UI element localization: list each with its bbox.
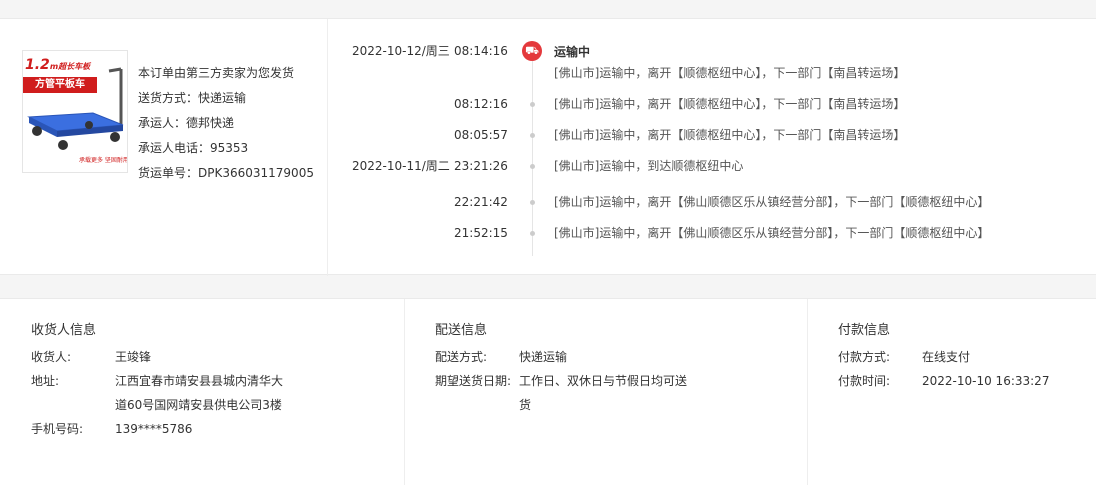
receiver-phone-row: 手机号码: 139****5786: [31, 422, 193, 436]
timeline-dot: [530, 200, 535, 205]
order-info-panel: 收货人信息 收货人: 王竣锋 地址: 江西宜春市靖安县县城内清华大 道60号国网靖…: [0, 298, 1096, 485]
timeline-event: 2022-10-12/周三 08:14:16: [352, 44, 508, 58]
carrier-phone: 承运人电话：95353: [138, 141, 249, 155]
payment-method-row: 付款方式: 在线支付: [838, 350, 971, 364]
receiver-address-row: 地址:: [31, 374, 60, 388]
payment-info: 付款信息 付款方式: 在线支付 付款时间: 2022-10-10 16:33:27: [808, 299, 1096, 485]
order-summary: 1.2m超长车板 方管平板车 承载更多 坚固耐用 本订单由第三方卖家为您发货 送…: [0, 19, 328, 276]
shipping-info: 本订单由第三方卖家为您发货 送货方式：快递运输 承运人：德邦快递 承运人电话：9…: [138, 65, 323, 190]
timeline-event-msg: [佛山市]运输中，离开【顺德枢纽中心】，下一部门【南昌转运场】: [554, 66, 906, 80]
delivery-method-row: 配送方式: 快递运输: [435, 350, 568, 364]
ship-method: 送货方式：快递运输: [138, 91, 247, 105]
product-thumbnail[interactable]: 1.2m超长车板 方管平板车 承载更多 坚固耐用: [22, 50, 128, 173]
carrier: 承运人：德邦快递: [138, 116, 235, 130]
tracking-number: 货运单号：DPK366031179005: [138, 166, 314, 180]
timeline-dot: [530, 102, 535, 107]
logistics-panel: 1.2m超长车板 方管平板车 承载更多 坚固耐用 本订单由第三方卖家为您发货 送…: [0, 18, 1096, 276]
timeline-event: 21:52:15 [佛山市]运输中，离开【佛山顺德区乐从镇经营分部】，下一部门【…: [454, 226, 990, 240]
timeline-event: 08:12:16 [佛山市]运输中，离开【顺德枢纽中心】，下一部门【南昌转运场】: [454, 97, 906, 111]
timeline-dot: [530, 133, 535, 138]
receiver-address: 江西宜春市靖安县县城内清华大 道60号国网靖安县供电公司3楼: [115, 374, 284, 412]
payment-title: 付款信息: [838, 323, 891, 338]
payment-time-row: 付款时间: 2022-10-10 16:33:27: [838, 374, 1050, 388]
tracking-timeline: ⛟ 运输中 2022-10-12/周三 08:14:16 [佛山市]运输中，离开…: [328, 19, 1096, 276]
receiver-title: 收货人信息: [31, 323, 97, 338]
receiver-name-row: 收货人: 王竣锋: [31, 350, 152, 364]
delivery-title: 配送信息: [435, 323, 488, 338]
delivery-date-row: 期望送货日期:: [435, 374, 512, 388]
thumb-caption: 承载更多 坚固耐用: [79, 157, 128, 164]
receiver-info: 收货人信息 收货人: 王竣锋 地址: 江西宜春市靖安县县城内清华大 道60号国网靖…: [0, 299, 405, 485]
flatbed-cart-icon: [27, 67, 124, 150]
seller-note: 本订单由第三方卖家为您发货: [138, 66, 295, 80]
timeline-event: 2022-10-11/周二 23:21:26 [佛山市]运输中，到达顺德枢纽中心: [352, 159, 744, 173]
timeline-dot: [530, 231, 535, 236]
timeline-event: 08:05:57 [佛山市]运输中，离开【顺德枢纽中心】，下一部门【南昌转运场】: [454, 128, 906, 142]
delivery-date: 工作日、双休日与节假日均可送 货: [519, 374, 688, 412]
timeline-event: 22:21:42 [佛山市]运输中，离开【佛山顺德区乐从镇经营分部】，下一部门【…: [454, 195, 990, 209]
timeline-dot: [530, 164, 535, 169]
delivery-info: 配送信息 配送方式: 快递运输 期望送货日期: 工作日、双休日与节假日均可送 货: [405, 299, 808, 485]
